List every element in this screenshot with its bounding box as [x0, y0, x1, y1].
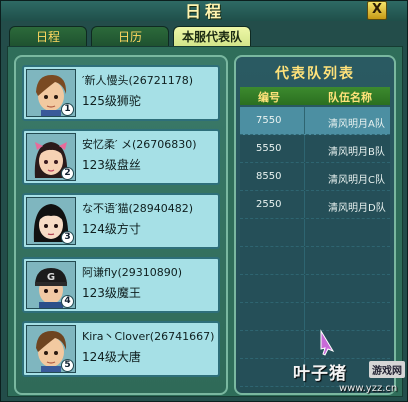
- member-index-badge: 3: [61, 231, 74, 244]
- team-code: 7550: [256, 115, 282, 126]
- avatar-girl-black-hair-icon: 3: [26, 197, 76, 245]
- member-level-school: 124级方寸: [82, 222, 141, 236]
- column-divider: [304, 163, 305, 190]
- team-row[interactable]: 2550 清风明月D队: [240, 191, 390, 219]
- team-list-title: 代表队列表: [275, 66, 355, 82]
- column-divider: [304, 275, 305, 302]
- member-list-panel: 1 ′新人慢头(26721178) 125级狮驼 2 安忆柔′ メ(267068…: [14, 55, 228, 395]
- schedule-window: 日程 X 日程 日历 本服代表队 1 ′新人慢头(26721178) 125级狮…: [0, 0, 408, 402]
- member-level-school: 125级狮驼: [82, 94, 141, 108]
- avatar-girl-pink-bow-icon: 2: [26, 133, 76, 181]
- empty-row: [240, 219, 390, 247]
- watermark: 叶子猪 游戏网 www.yzz.cn: [293, 359, 405, 399]
- column-divider: [304, 247, 305, 274]
- member-name: ′新人慢头(26721178): [82, 74, 194, 87]
- member-card-4[interactable]: G 4 阿谦fly(29310890) 123级魔王: [22, 257, 220, 313]
- member-card-5[interactable]: 5 Kira丶Clover(26741667) 124级大唐: [22, 321, 220, 377]
- tab-calendar[interactable]: 日历: [91, 26, 169, 46]
- team-code: 8550: [256, 171, 282, 182]
- team-name: 清风明月B队: [328, 147, 385, 158]
- watermark-brand: 叶子猪: [293, 364, 347, 384]
- column-divider: [304, 303, 305, 330]
- team-name: 清风明月A队: [328, 119, 385, 130]
- member-name: 阿谦fly(29310890): [82, 266, 183, 279]
- title-bar[interactable]: 日程 X: [1, 1, 407, 21]
- team-code: 2550: [256, 199, 282, 210]
- close-button[interactable]: X: [367, 1, 387, 20]
- team-table-header: 编号 队伍名称: [240, 87, 390, 105]
- member-level-school: 123级魔王: [82, 286, 141, 300]
- avatar-boy-cap-icon: G 4: [26, 261, 76, 309]
- column-header-team-name: 队伍名称: [328, 91, 372, 104]
- column-divider: [304, 331, 305, 358]
- member-index-badge: 2: [61, 167, 74, 180]
- empty-row: [240, 275, 390, 303]
- tab-schedule[interactable]: 日程: [9, 26, 87, 46]
- team-code: 5550: [256, 143, 282, 154]
- avatar-boy-brown-hair-icon: 5: [26, 325, 76, 373]
- svg-text:G: G: [47, 272, 55, 283]
- avatar-boy-brown-hair-icon: 1: [26, 69, 76, 117]
- member-name: な不语′猫(28940482): [82, 202, 194, 215]
- empty-row: [240, 247, 390, 275]
- watermark-url: www.yzz.cn: [339, 383, 398, 394]
- member-card-3[interactable]: 3 な不语′猫(28940482) 124级方寸: [22, 193, 220, 249]
- member-index-badge: 5: [61, 359, 74, 372]
- team-row[interactable]: 5550 清风明月B队: [240, 135, 390, 163]
- column-header-code: 编号: [258, 91, 280, 104]
- window-title: 日程: [184, 2, 225, 21]
- column-divider: [304, 107, 305, 134]
- member-index-badge: 1: [61, 103, 74, 116]
- member-index-badge: 4: [61, 295, 74, 308]
- team-row[interactable]: 8550 清风明月C队: [240, 163, 390, 191]
- member-name: 安忆柔′ メ(26706830): [82, 138, 197, 151]
- column-divider: [304, 219, 305, 246]
- team-name: 清风明月C队: [328, 175, 385, 186]
- member-name: Kira丶Clover(26741667): [82, 330, 215, 343]
- column-divider: [304, 135, 305, 162]
- watermark-badge: 游戏网: [369, 361, 405, 378]
- team-name: 清风明月D队: [328, 203, 386, 214]
- mouse-cursor-icon: [320, 329, 335, 356]
- member-card-2[interactable]: 2 安忆柔′ メ(26706830) 123级盘丝: [22, 129, 220, 185]
- tab-content: 1 ′新人慢头(26721178) 125级狮驼 2 安忆柔′ メ(267068…: [7, 46, 403, 397]
- tab-server-team[interactable]: 本服代表队: [173, 26, 251, 46]
- empty-row: [240, 303, 390, 331]
- member-level-school: 123级盘丝: [82, 158, 141, 172]
- member-card-1[interactable]: 1 ′新人慢头(26721178) 125级狮驼: [22, 65, 220, 121]
- column-divider: [304, 191, 305, 218]
- team-list-panel: 代表队列表 编号 队伍名称 7550 清风明月A队 5550 清风明月B队 85…: [234, 55, 396, 395]
- empty-row: [240, 331, 390, 359]
- team-row[interactable]: 7550 清风明月A队: [240, 107, 390, 135]
- member-level-school: 124级大唐: [82, 350, 141, 364]
